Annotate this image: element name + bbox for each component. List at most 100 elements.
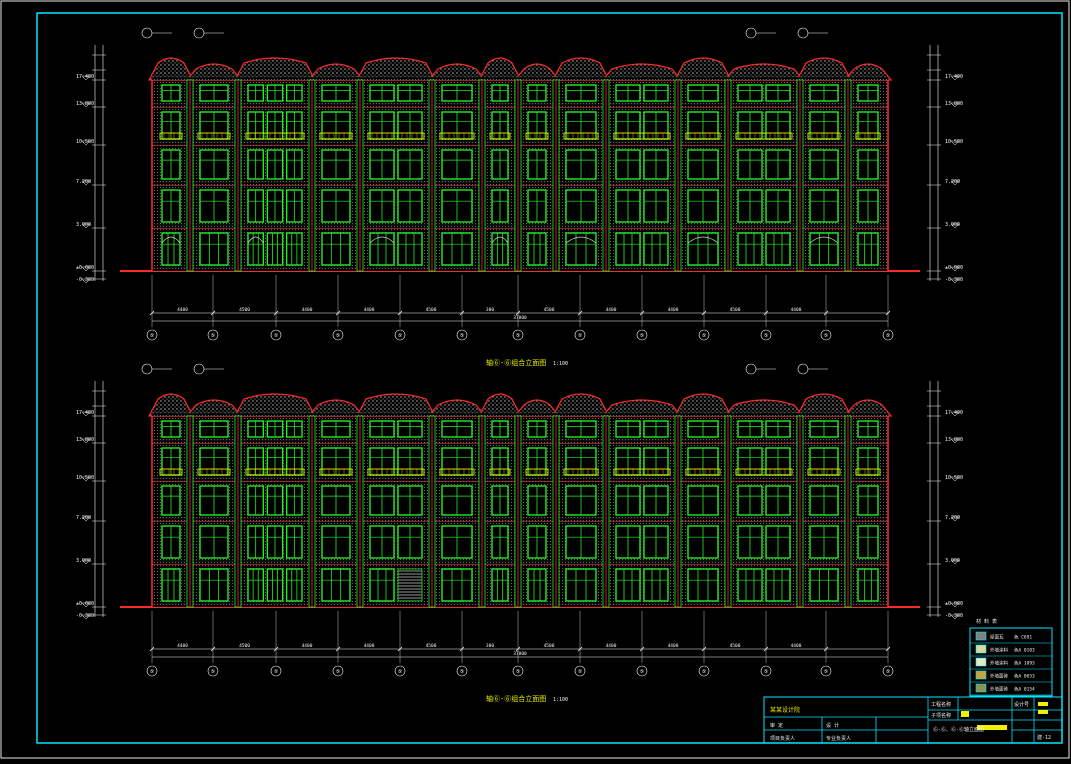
detail-callout-bubble bbox=[797, 27, 809, 39]
detail-callout-bubble bbox=[141, 363, 153, 375]
roof-section bbox=[148, 57, 194, 81]
grid-axis-label: ⑤ bbox=[824, 669, 829, 675]
roof-section bbox=[552, 57, 610, 81]
grid-axis-label: ⑤ bbox=[336, 669, 341, 675]
roof-section bbox=[478, 57, 522, 81]
shopfront-window bbox=[737, 568, 763, 602]
elevation-bottom: -0.300 -0.300±0.000 ±0.0003.900 3.9007.200 7… bbox=[76, 363, 963, 677]
grid-axis-label: ⑤ bbox=[578, 669, 583, 675]
detail-callout-bubble bbox=[745, 363, 757, 375]
grid-axis-label: ⑤ bbox=[460, 669, 465, 675]
shopfront-window bbox=[369, 232, 395, 266]
roof-section bbox=[234, 57, 316, 81]
title-block: 某某设计院 审 定 设 计 项目负责人 专业负责人 工程名称 子项名称 设计号 … bbox=[763, 696, 1063, 744]
grid-axis-label: ⑤ bbox=[824, 333, 829, 339]
shopfront-window bbox=[643, 568, 669, 602]
shopfront-window bbox=[737, 232, 763, 266]
roof-section bbox=[552, 393, 610, 417]
shopfront-window bbox=[491, 568, 509, 602]
roof-section bbox=[478, 393, 522, 417]
cornice-band bbox=[151, 412, 889, 417]
grid-axis-label: ⑤ bbox=[211, 333, 216, 339]
roof-section bbox=[674, 393, 732, 417]
grid-axis-label: ⑤ bbox=[886, 333, 891, 339]
bay-dimension: 4400 bbox=[302, 307, 313, 313]
bay-dimension: 4400 bbox=[364, 643, 375, 649]
grid-axis-label: ⑤ bbox=[274, 333, 279, 339]
shopfront-window bbox=[857, 232, 879, 266]
bay-dimension: 4500 bbox=[730, 307, 741, 313]
shopfront-window bbox=[441, 568, 473, 602]
bay-dimension: 4500 bbox=[544, 307, 555, 313]
bay-dimension: 4400 bbox=[606, 307, 617, 313]
legend-title: 材 料 表 bbox=[976, 618, 997, 625]
roof-section bbox=[148, 393, 194, 417]
top-drawing-scale: 1:100 bbox=[553, 361, 568, 367]
shopfront-window bbox=[321, 232, 351, 266]
grid-axis-label: ⑤ bbox=[702, 669, 707, 675]
roof-section bbox=[234, 393, 316, 417]
detail-callout-bubble bbox=[193, 27, 205, 39]
shopfront-window bbox=[321, 568, 351, 602]
bay-dimension: 300 bbox=[486, 307, 494, 313]
shopfront-window bbox=[266, 232, 284, 266]
bay-dimension: 4400 bbox=[302, 643, 313, 649]
legend-item-label: 屋面瓦 bbox=[990, 635, 1004, 641]
shopfront-window bbox=[161, 232, 181, 266]
title-block-company: 某某设计院 bbox=[770, 706, 800, 714]
detail-callout-bubble bbox=[797, 363, 809, 375]
shopfront-window bbox=[441, 232, 473, 266]
grid-axis-label: ⑤ bbox=[886, 669, 891, 675]
shopfront-window bbox=[199, 232, 229, 266]
shopfront-window bbox=[857, 568, 879, 602]
shopfront-window bbox=[565, 568, 597, 602]
shopfront-window bbox=[369, 568, 395, 602]
total-dimension: 37800 bbox=[513, 315, 527, 321]
shopfront-window bbox=[809, 568, 839, 602]
legend-item-code: 色A 1893 bbox=[1014, 660, 1035, 667]
grid-axis-label: ⑤ bbox=[150, 333, 155, 339]
grid-axis-label: ⑤ bbox=[274, 669, 279, 675]
bay-dimension: 4400 bbox=[177, 643, 188, 649]
shopfront-window bbox=[527, 568, 547, 602]
shopfront-window bbox=[247, 232, 265, 266]
bay-dimension: 4500 bbox=[426, 307, 437, 313]
detail-callout-bubble bbox=[745, 27, 757, 39]
roof-section bbox=[674, 57, 732, 81]
title-block-row2-b: 设 计 bbox=[826, 722, 839, 729]
legend-swatch bbox=[975, 670, 987, 680]
detail-callout-bubble bbox=[193, 363, 205, 375]
shopfront-window bbox=[285, 232, 303, 266]
shopfront-window bbox=[247, 568, 265, 602]
cornice-band bbox=[151, 76, 889, 81]
legend-item-code: 色 C691 bbox=[1014, 634, 1032, 641]
legend-swatch bbox=[975, 657, 987, 667]
shopfront-window bbox=[809, 232, 839, 266]
bay-dimension: 4500 bbox=[730, 643, 741, 649]
shopfront-window bbox=[527, 232, 547, 266]
shopfront-window bbox=[161, 568, 181, 602]
legend-item-label: 外墙面砖 bbox=[990, 686, 1008, 693]
shopfront-window bbox=[687, 232, 719, 266]
shopfront-window bbox=[266, 568, 284, 602]
grid-axis-label: ⑤ bbox=[764, 333, 769, 339]
top-drawing-title: 轴⑥-⑥组合立面图 bbox=[486, 358, 546, 367]
bay-dimension: 4400 bbox=[668, 307, 679, 313]
legend-item-label: 外墙涂料 bbox=[990, 660, 1008, 667]
materials-legend: 材 料 表 屋面瓦 色 C691 外墙涂料 色A 0103 外墙涂料 色A 1893 外墙面… bbox=[969, 618, 1053, 697]
grid-axis-label: ⑤ bbox=[702, 333, 707, 339]
cad-drawing-sheet: -0.300 -0.300 ±0.000 ±0.000 3.900 3.900 7.200 7… bbox=[0, 0, 1071, 760]
bottom-drawing-title: 轴⑥-⑥组合立面图 bbox=[486, 694, 546, 703]
shopfront-window bbox=[397, 232, 423, 266]
shopfront-window bbox=[687, 568, 719, 602]
title-block-drawing-no-label: 设计号 bbox=[1014, 701, 1029, 708]
grid-axis-label: ⑤ bbox=[398, 333, 403, 339]
grid-axis-label: ⑤ bbox=[336, 333, 341, 339]
roof-section bbox=[796, 57, 852, 81]
grid-axis-label: ⑤ bbox=[211, 669, 216, 675]
legend-item-label: 外墙面砖 bbox=[990, 673, 1008, 680]
title-block-project-label: 工程名称 bbox=[931, 701, 951, 708]
bay-dimension: 4400 bbox=[791, 643, 802, 649]
title-block-sheet-title: ⑥-⑥、⑥-⑥轴立面图 bbox=[933, 726, 984, 733]
title-block-row3-a: 项目负责人 bbox=[770, 735, 795, 742]
